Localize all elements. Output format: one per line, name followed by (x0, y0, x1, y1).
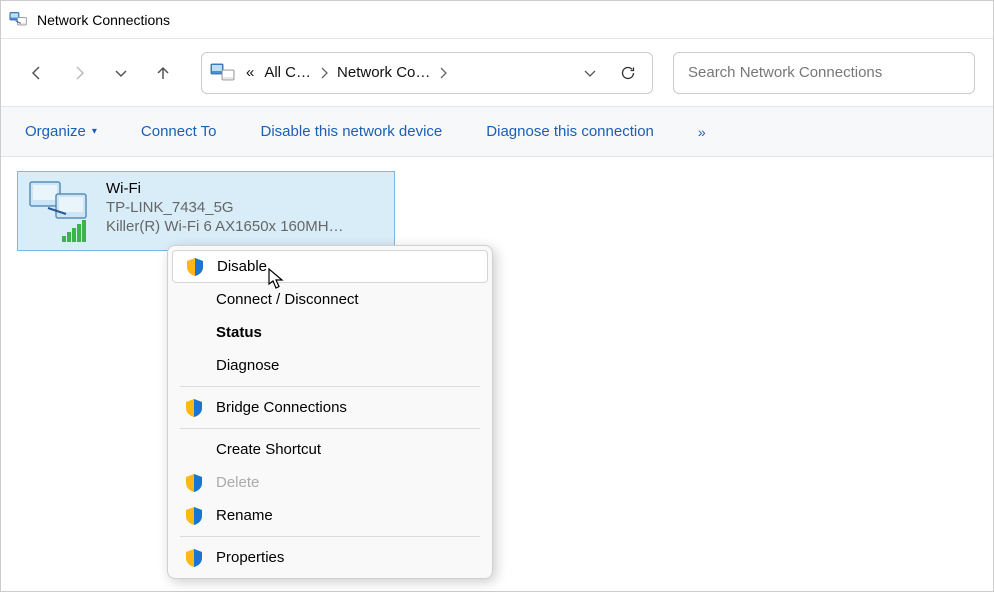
adapter-text: Wi-Fi TP-LINK_7434_5G Killer(R) Wi-Fi 6 … (106, 178, 344, 244)
network-folder-icon (210, 63, 238, 83)
menu-separator (180, 536, 480, 537)
organize-menu[interactable]: Organize ▾ (25, 123, 97, 140)
address-dropdown[interactable] (574, 57, 606, 89)
refresh-button[interactable] (610, 55, 646, 91)
menu-item-label: Bridge Connections (216, 399, 347, 416)
adapter-ssid: TP-LINK_7434_5G (106, 199, 344, 216)
shield-icon (184, 506, 204, 526)
organize-label: Organize (25, 123, 86, 140)
forward-button[interactable] (61, 55, 97, 91)
search-box[interactable] (673, 52, 975, 94)
adapter-device: Killer(R) Wi-Fi 6 AX1650x 160MH… (106, 218, 344, 235)
menu-status[interactable]: Status (170, 316, 490, 349)
navbar: « All C… Network Co… (1, 39, 993, 107)
menu-delete: Delete (170, 466, 490, 499)
breadcrumb-seg-2[interactable]: Network Co… (335, 64, 432, 81)
command-bar: Organize ▾ Connect To Disable this netwo… (1, 107, 993, 157)
caret-down-icon: ▾ (92, 126, 97, 137)
disable-device-button[interactable]: Disable this network device (261, 123, 443, 140)
recent-locations-button[interactable] (103, 55, 139, 91)
toolbar-overflow[interactable]: » (698, 124, 706, 140)
network-folder-icon (9, 11, 29, 29)
menu-item-label: Delete (216, 474, 259, 491)
search-input[interactable] (688, 64, 960, 81)
shield-icon (184, 473, 204, 493)
menu-separator (180, 386, 480, 387)
connect-to-button[interactable]: Connect To (141, 123, 217, 140)
menu-separator (180, 428, 480, 429)
menu-item-label: Create Shortcut (216, 441, 321, 458)
shield-icon (184, 548, 204, 568)
menu-item-label: Properties (216, 549, 284, 566)
shield-icon (185, 257, 205, 277)
content-area: Wi-Fi TP-LINK_7434_5G Killer(R) Wi-Fi 6 … (1, 157, 993, 265)
titlebar: Network Connections (1, 1, 993, 39)
context-menu: Disable Connect / Disconnect Status Diag… (167, 245, 493, 579)
menu-item-label: Rename (216, 507, 273, 524)
breadcrumb-seg-1[interactable]: All C… (262, 64, 313, 81)
menu-bridge-connections[interactable]: Bridge Connections (170, 391, 490, 424)
breadcrumb-prefix: « (244, 64, 256, 81)
diagnose-connection-button[interactable]: Diagnose this connection (486, 123, 654, 140)
address-bar[interactable]: « All C… Network Co… (201, 52, 653, 94)
menu-item-label: Diagnose (216, 357, 279, 374)
menu-rename[interactable]: Rename (170, 499, 490, 532)
menu-properties[interactable]: Properties (170, 541, 490, 574)
adapter-icon (26, 178, 96, 244)
menu-item-label: Disable (217, 258, 267, 275)
menu-disable[interactable]: Disable (172, 250, 488, 283)
back-button[interactable] (19, 55, 55, 91)
menu-create-shortcut[interactable]: Create Shortcut (170, 433, 490, 466)
chevron-right-icon[interactable] (436, 66, 450, 80)
shield-icon (184, 398, 204, 418)
menu-item-label: Connect / Disconnect (216, 291, 359, 308)
up-button[interactable] (145, 55, 181, 91)
adapter-name: Wi-Fi (106, 180, 344, 197)
menu-item-label: Status (216, 324, 262, 341)
window-title: Network Connections (37, 12, 170, 28)
menu-connect-disconnect[interactable]: Connect / Disconnect (170, 283, 490, 316)
adapter-item-wifi[interactable]: Wi-Fi TP-LINK_7434_5G Killer(R) Wi-Fi 6 … (17, 171, 395, 251)
chevron-right-icon[interactable] (317, 66, 331, 80)
menu-diagnose[interactable]: Diagnose (170, 349, 490, 382)
